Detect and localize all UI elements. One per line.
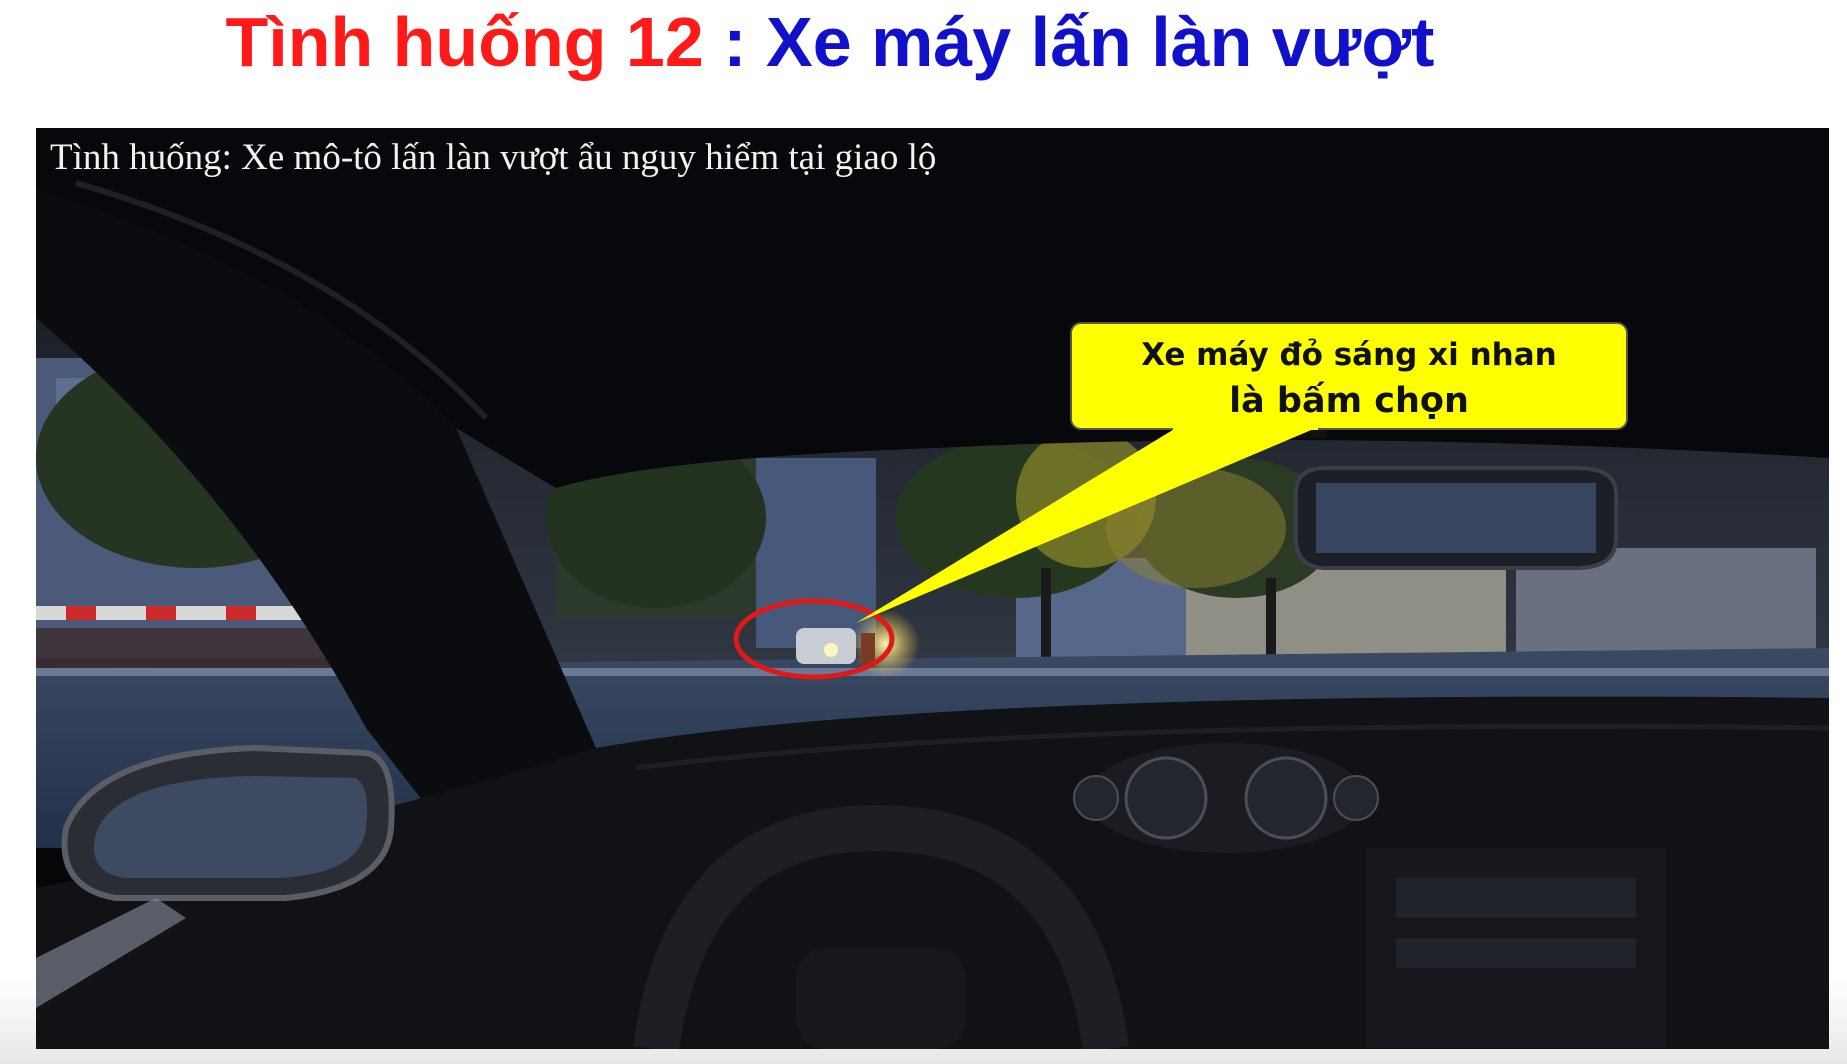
title-situation-name: Xe máy lấn làn vượt [766,3,1435,81]
callout-line-1: Xe máy đỏ sáng xi nhan [1141,337,1557,373]
video-player[interactable]: Tình huống: Xe mô-tô lấn làn vượt ẩu ngu… [36,128,1829,1049]
slide: Tình huống 12 : Xe máy lấn làn vượt Tình… [0,0,1847,1064]
title-situation-number: Tình huống 12 [225,3,704,81]
title-separator: : [703,3,766,81]
callout-line-2: là bấm chọn [1229,381,1469,421]
video-caption: Tình huống: Xe mô-tô lấn làn vượt ẩu ngu… [50,137,937,178]
callout-text: Xe máy đỏ sáng xi nhan là bấm chọn [1071,333,1627,425]
driving-scene [36,128,1829,1049]
slide-title: Tình huống 12 : Xe máy lấn làn vượt [0,2,1660,82]
